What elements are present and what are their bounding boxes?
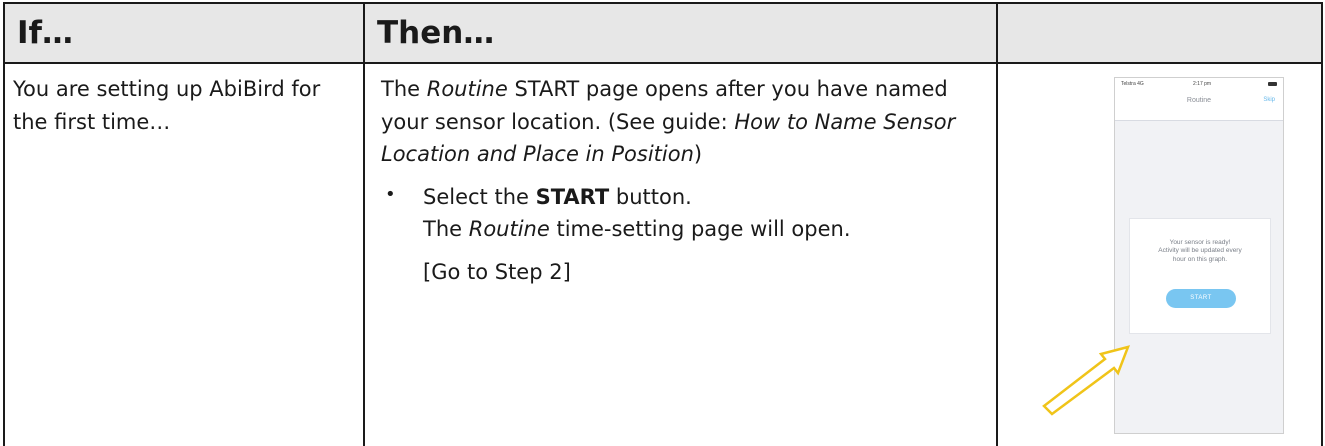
card-line-3: hour on this graph. — [1172, 255, 1228, 263]
intro-routine-text: Routine — [426, 77, 508, 101]
then-intro: The Routine START page opens after you h… — [381, 73, 982, 171]
sensor-ready-card: Your sensor is ready! Activity will be u… — [1129, 218, 1271, 334]
sensor-ready-message: Your sensor is ready! Activity will be u… — [1130, 239, 1270, 264]
battery-icon — [1268, 82, 1277, 86]
result-text: The Routine time-setting page will open. — [423, 213, 982, 246]
bullet-item: • Select the START button. The Routine t… — [381, 181, 982, 289]
select-start-text: START — [535, 184, 610, 209]
step-reference: [Go to Step 2] — [423, 259, 571, 284]
phone-nav-bar: Routine Skip — [1115, 90, 1283, 121]
status-time: 2:17 pm — [1193, 81, 1212, 87]
phone-status-bar: Telstra 4G 2:17 pm — [1115, 78, 1283, 90]
phone-nav-title: Routine — [1186, 97, 1212, 104]
then-cell: The Routine START page opens after you h… — [363, 62, 998, 446]
table-row: You are setting up AbiBird for the first… — [3, 62, 1323, 446]
card-line-2: Activity will be updated every — [1158, 247, 1242, 255]
header-image — [996, 2, 1323, 64]
select-instruction: Select the START button. — [423, 181, 982, 214]
result-routine-text: Routine — [468, 217, 550, 242]
image-cell: Telstra 4G 2:17 pm Routine Skip Your sen… — [996, 62, 1323, 446]
if-cell: You are setting up AbiBird for the first… — [3, 62, 365, 446]
if-then-table-wrapper: If… Then… You are setting up AbiBird for… — [3, 2, 1323, 446]
arrow-pointer-icon — [1042, 345, 1131, 416]
carrier-label: Telstra 4G — [1121, 81, 1144, 87]
result-post-text: time-setting page will open. — [549, 217, 851, 242]
result-pre-text: The — [423, 217, 469, 242]
header-if: If… — [3, 2, 365, 64]
select-pre-text: Select the — [423, 184, 536, 209]
header-then: Then… — [363, 2, 998, 64]
intro-post-text: ) — [693, 142, 703, 167]
bullet-icon: • — [385, 183, 396, 205]
if-condition-text: You are setting up AbiBird for the first… — [13, 77, 321, 134]
phone-start-button: START — [1166, 289, 1236, 308]
card-line-1: Your sensor is ready! — [1169, 239, 1231, 246]
table-header-row: If… Then… — [3, 2, 1323, 64]
phone-skip-link: Skip — [1263, 97, 1275, 103]
if-then-table: If… Then… You are setting up AbiBird for… — [3, 2, 1323, 446]
intro-pre-text: The — [381, 77, 427, 101]
select-post-text: button. — [609, 184, 692, 209]
